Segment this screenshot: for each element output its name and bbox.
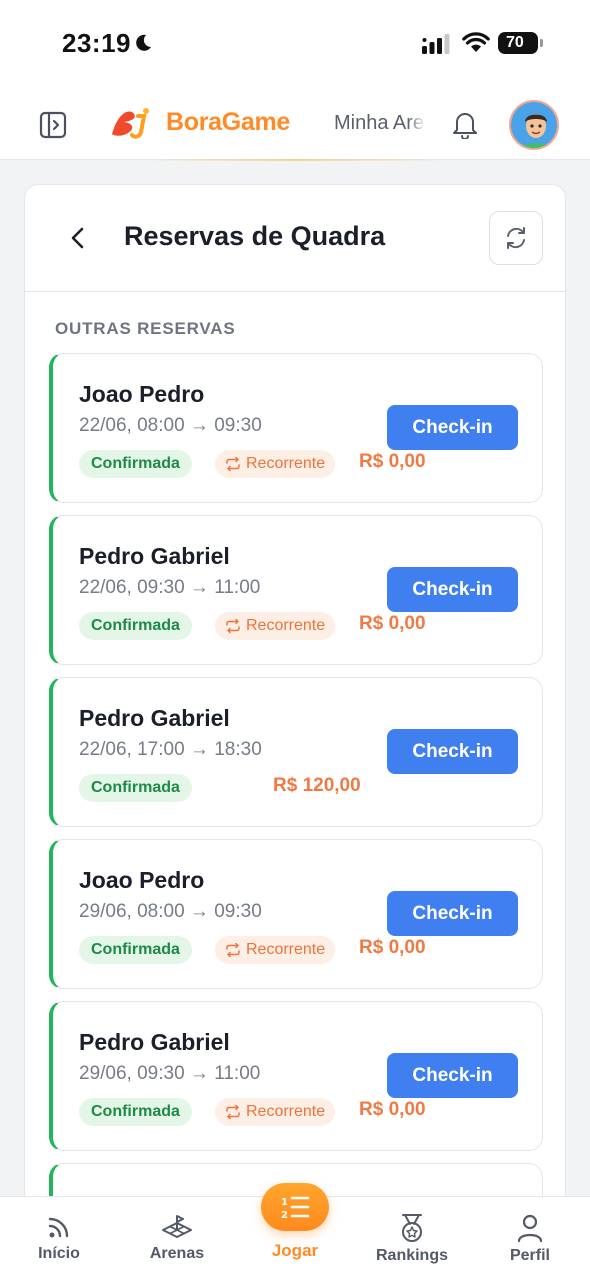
moon-icon: [136, 34, 151, 51]
check-in-button[interactable]: Check-in: [387, 405, 518, 450]
sidebar-toggle-icon[interactable]: [38, 110, 68, 140]
status-badge: Confirmada: [79, 450, 192, 478]
nav-item-inicio[interactable]: Início: [9, 1213, 109, 1263]
app-header: BoraGame Minha Arena: [0, 88, 590, 161]
battery-indicator: 70: [498, 32, 543, 54]
reservation-time: 22/06, 09:30 → 11:00: [79, 577, 261, 598]
court-icon: [162, 1215, 192, 1238]
bottom-navigation: Início Arenas 1 2 Jogar Rankings Perfil: [0, 1183, 590, 1280]
reservation-time: 22/06, 17:00 → 18:30: [79, 739, 262, 760]
back-arrow-icon[interactable]: [65, 223, 91, 253]
user-icon: [517, 1214, 543, 1243]
reservation-item[interactable]: Pedro Gabriel 29/06, 09:30 → 11:00 Confi…: [49, 1001, 543, 1151]
recurring-badge: Recorrente: [215, 936, 336, 964]
nav-label-jogar: Jogar: [271, 1241, 319, 1260]
reservation-name: Pedro Gabriel: [79, 705, 230, 731]
reservation-price: R$ 0,00: [359, 451, 426, 472]
reservation-item[interactable]: Joao Pedro 29/06, 08:00 → 09:30 Confirma…: [49, 839, 543, 989]
svg-text:1: 1: [281, 1197, 288, 1208]
cellular-signal-icon: [422, 34, 450, 54]
reservation-name: Joao Pedro: [79, 867, 205, 893]
reservation-item[interactable]: Pedro Gabriel 22/06, 09:30 → 11:00 Confi…: [49, 515, 543, 665]
status-bar: 23:19 70: [0, 0, 590, 88]
repeat-icon: [226, 456, 240, 472]
brand-name[interactable]: BoraGame: [166, 108, 290, 137]
user-avatar[interactable]: [509, 100, 559, 150]
medal-icon: [402, 1214, 422, 1242]
battery-level: 70: [506, 34, 524, 51]
recurring-badge: Recorrente: [215, 612, 336, 640]
section-label: OUTRAS RESERVAS: [55, 319, 236, 338]
boragame-logo-icon: [112, 108, 149, 139]
repeat-icon: [226, 942, 240, 958]
status-time: 23:19: [62, 28, 131, 58]
reservation-price: R$ 0,00: [359, 1099, 426, 1120]
recurring-badge: Recorrente: [215, 1098, 336, 1126]
reservation-time: 29/06, 08:00 → 09:30: [79, 901, 262, 922]
reservation-item[interactable]: Joao Pedro 22/06, 08:00 → 09:30 Confirma…: [49, 353, 543, 503]
repeat-icon: [226, 618, 240, 634]
my-arena-link[interactable]: Minha Arena: [334, 112, 426, 135]
reservation-name: Pedro Gabriel: [79, 1029, 230, 1055]
recurring-label: Recorrente: [246, 617, 326, 634]
recurring-badge: Recorrente: [215, 450, 336, 478]
status-badge: Confirmada: [79, 1098, 192, 1126]
nav-item-arenas[interactable]: Arenas: [127, 1213, 227, 1263]
reservation-price: R$ 120,00: [273, 775, 361, 796]
refresh-button[interactable]: [489, 211, 543, 265]
play-button[interactable]: 1 2: [261, 1183, 329, 1231]
repeat-icon: [226, 1104, 240, 1120]
recurring-label: Recorrente: [246, 1103, 326, 1120]
notification-bell-icon[interactable]: [451, 109, 479, 139]
reservations-card: Reservas de Quadra OUTRAS RESERVAS Joao …: [24, 184, 566, 1280]
nav-item-perfil[interactable]: Perfil: [480, 1213, 580, 1265]
list-numbered-icon: 1 2: [281, 1196, 310, 1221]
status-badge: Confirmada: [79, 612, 192, 640]
check-in-button[interactable]: Check-in: [387, 891, 518, 936]
recurring-label: Recorrente: [246, 455, 326, 472]
status-badge: Confirmada: [79, 936, 192, 964]
reservation-price: R$ 0,00: [359, 613, 426, 634]
nav-label-perfil: Perfil: [509, 1247, 550, 1264]
reservation-time: 22/06, 08:00 → 09:30: [79, 415, 262, 436]
nav-item-rankings[interactable]: Rankings: [362, 1213, 462, 1265]
avatar-illustration-icon: [511, 102, 557, 148]
status-badge: Confirmada: [79, 774, 192, 802]
reservation-name: Pedro Gabriel: [79, 543, 230, 569]
card-header: Reservas de Quadra: [25, 185, 565, 292]
refresh-icon: [507, 227, 525, 249]
check-in-button[interactable]: Check-in: [387, 729, 518, 774]
page-title: Reservas de Quadra: [124, 221, 386, 251]
svg-text:2: 2: [281, 1210, 288, 1221]
nav-item-jogar[interactable]: 1 2 Jogar: [245, 1183, 345, 1261]
check-in-button[interactable]: Check-in: [387, 567, 518, 612]
nav-label-arenas: Arenas: [149, 1245, 205, 1262]
feed-icon: [48, 1217, 69, 1238]
reservation-price: R$ 0,00: [359, 937, 426, 958]
reservation-time: 29/06, 09:30 → 11:00: [79, 1063, 261, 1084]
nav-label-rankings: Rankings: [375, 1247, 448, 1264]
check-in-button[interactable]: Check-in: [387, 1053, 518, 1098]
reservation-item[interactable]: Pedro Gabriel 22/06, 17:00 → 18:30 Confi…: [49, 677, 543, 827]
recurring-label: Recorrente: [246, 941, 326, 958]
reservation-name: Joao Pedro: [79, 381, 205, 407]
nav-label-inicio: Início: [38, 1245, 80, 1262]
wifi-icon: [462, 32, 490, 52]
